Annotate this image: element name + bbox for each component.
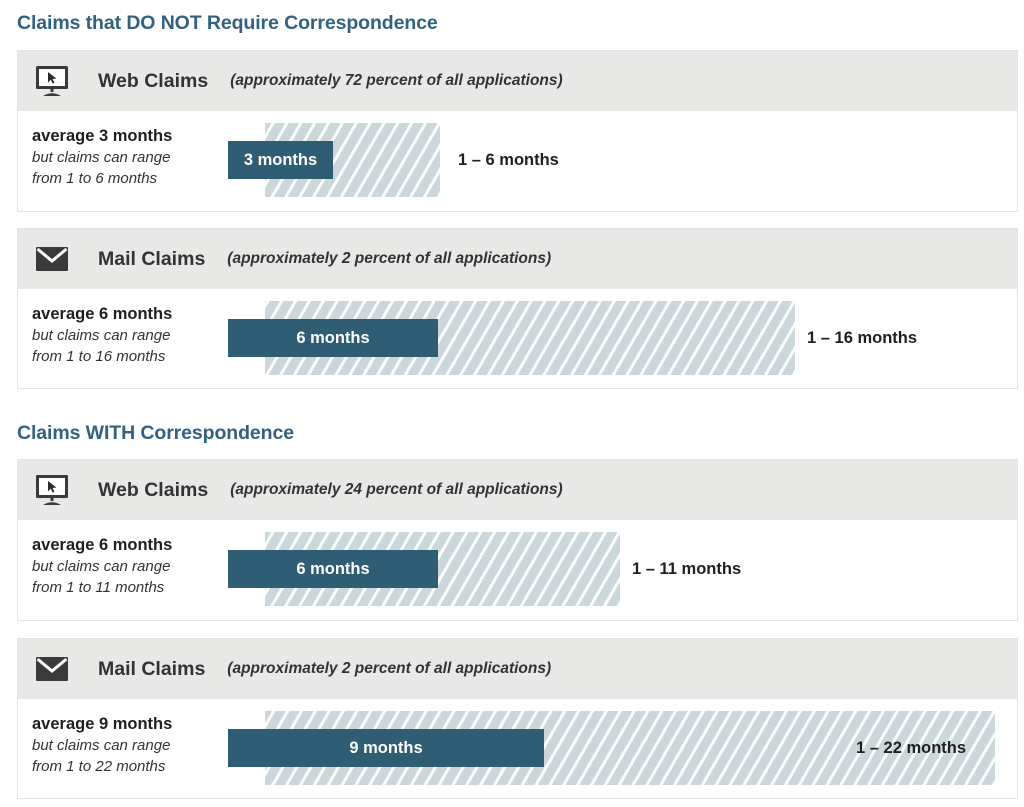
card-header: Mail Claims (approximately 2 percent of …: [18, 639, 1017, 699]
average-bar: 6 months: [228, 550, 438, 588]
card-mail-claims-no-correspondence: Mail Claims (approximately 2 percent of …: [17, 228, 1018, 389]
average-bar: 9 months: [228, 729, 544, 767]
claim-type-label: Web Claims: [98, 69, 209, 92]
monitor-cursor-icon: [32, 63, 72, 99]
average-bar-label: 9 months: [349, 738, 423, 757]
card-header: Web Claims (approximately 72 percent of …: [18, 51, 1017, 111]
average-bar: 6 months: [228, 319, 438, 357]
range-label: 1 – 22 months: [856, 739, 967, 757]
section-heading-no-correspondence: Claims that DO NOT Require Correspondenc…: [17, 12, 438, 34]
average-bar: 3 months: [228, 141, 333, 179]
bar-chart-row: 6 months 1 – 16 months: [18, 289, 1017, 388]
card-mail-claims-with-correspondence: Mail Claims (approximately 2 percent of …: [17, 638, 1018, 799]
claim-type-label: Web Claims: [98, 478, 209, 501]
range-label: 1 – 6 months: [458, 151, 559, 169]
claim-percent-note: (approximately 2 percent of all applicat…: [227, 660, 552, 677]
average-bar-label: 3 months: [243, 150, 318, 169]
range-label: 1 – 11 months: [632, 560, 742, 578]
average-bar-label: 6 months: [296, 328, 370, 347]
card-header: Mail Claims (approximately 2 percent of …: [18, 229, 1017, 289]
infographic-page: Claims that DO NOT Require Correspondenc…: [0, 0, 1024, 807]
claim-percent-note: (approximately 2 percent of all applicat…: [227, 250, 552, 267]
claim-type-label: Mail Claims: [98, 247, 206, 270]
section-heading-with-correspondence: Claims WITH Correspondence: [17, 422, 294, 444]
range-label: 1 – 16 months: [807, 329, 918, 347]
claim-percent-note: (approximately 24 percent of all applica…: [230, 481, 563, 498]
card-web-claims-with-correspondence: Web Claims (approximately 24 percent of …: [17, 459, 1018, 621]
bar-chart-row: 9 months 1 – 22 months: [18, 699, 1017, 798]
bar-chart-row: 6 months 1 – 11 months: [18, 520, 1017, 620]
card-body: average 6 months but claims can range fr…: [18, 520, 1017, 620]
claim-percent-note: (approximately 72 percent of all applica…: [230, 72, 563, 89]
card-header: Web Claims (approximately 24 percent of …: [18, 460, 1017, 520]
card-body: average 9 months but claims can range fr…: [18, 699, 1017, 798]
card-body: average 6 months but claims can range fr…: [18, 289, 1017, 388]
monitor-cursor-icon: [32, 472, 72, 508]
envelope-icon: [32, 241, 72, 277]
card-web-claims-no-correspondence: Web Claims (approximately 72 percent of …: [17, 50, 1018, 212]
claim-type-label: Mail Claims: [98, 657, 206, 680]
envelope-icon: [32, 651, 72, 687]
bar-chart-row: 3 months 1 – 6 months: [18, 111, 1017, 211]
average-bar-label: 6 months: [296, 559, 370, 578]
card-body: average 3 months but claims can range fr…: [18, 111, 1017, 211]
